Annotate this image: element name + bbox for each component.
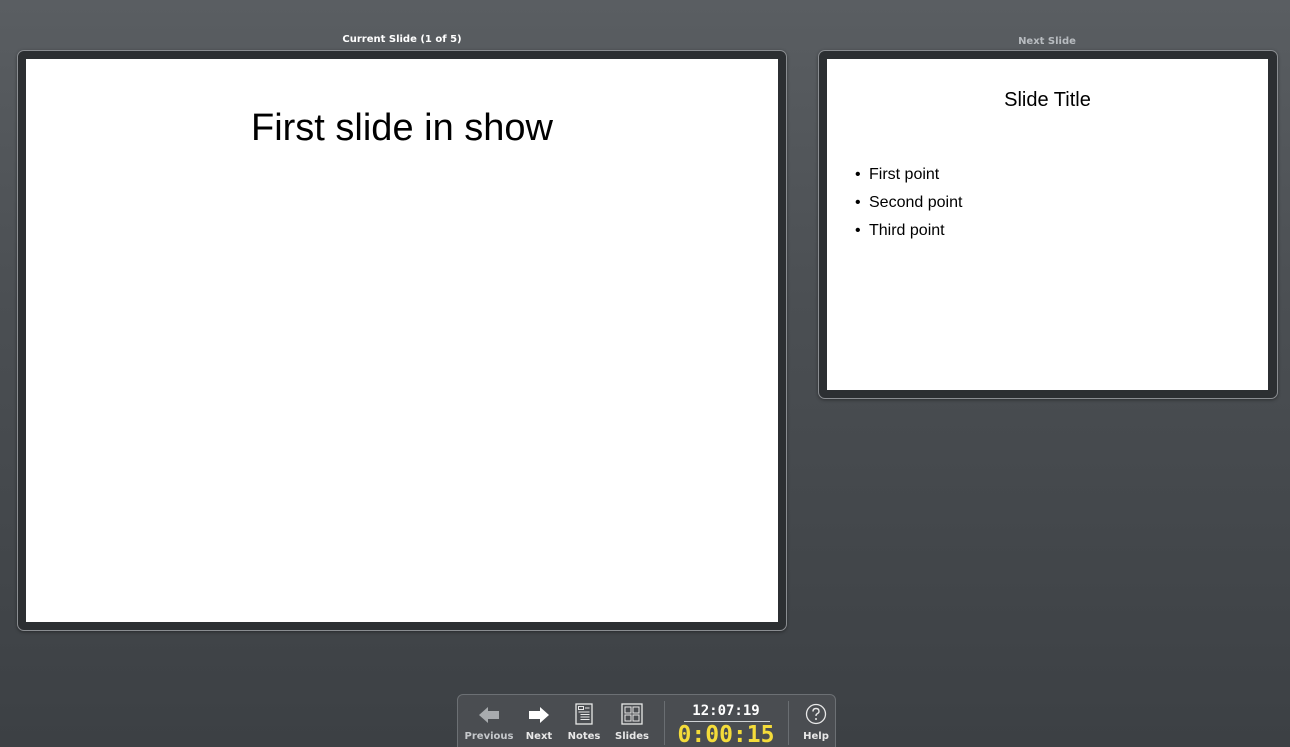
next-slide-title: Slide Title (1004, 89, 1091, 111)
bullet-item: Third point (855, 217, 962, 245)
help-button[interactable]: Help (799, 703, 833, 743)
next-label: Next (525, 731, 553, 742)
next-slide-label: Next Slide (1018, 36, 1076, 47)
toolbar-separator (788, 701, 789, 745)
presenter-toolbar: Previous Next Notes Slides 12:07:19 0:00… (457, 694, 836, 747)
help-circle-icon (805, 703, 827, 725)
next-slide-pane[interactable]: Slide Title First point Second point Thi… (818, 50, 1278, 399)
next-slide-bullet-list: First point Second point Third point (855, 161, 962, 245)
elapsed-timer[interactable]: 0:00:15 (666, 721, 786, 747)
toolbar-separator (664, 701, 665, 745)
notes-button[interactable]: Notes (566, 703, 602, 743)
previous-button[interactable]: Previous (462, 703, 516, 743)
bullet-item: First point (855, 161, 962, 189)
current-slide-title: First slide in show (251, 107, 553, 149)
clock-display: 12:07:19 (692, 703, 760, 719)
current-slide-label: Current Slide (1 of 5) (342, 34, 462, 45)
bullet-item: Second point (855, 189, 962, 217)
previous-label: Previous (464, 731, 514, 742)
help-label: Help (803, 731, 829, 742)
arrow-right-icon (529, 707, 549, 723)
current-slide-pane[interactable]: First slide in show (17, 50, 787, 631)
slides-button[interactable]: Slides (612, 703, 652, 743)
next-slide-preview[interactable]: Slide Title First point Second point Thi… (827, 59, 1268, 390)
current-slide-preview[interactable]: First slide in show (26, 59, 778, 622)
arrow-left-icon (479, 707, 499, 723)
slides-grid-icon (621, 703, 643, 725)
slides-label: Slides (615, 731, 649, 742)
notes-label: Notes (567, 731, 601, 742)
notes-icon (575, 703, 593, 725)
next-button[interactable]: Next (524, 703, 554, 743)
